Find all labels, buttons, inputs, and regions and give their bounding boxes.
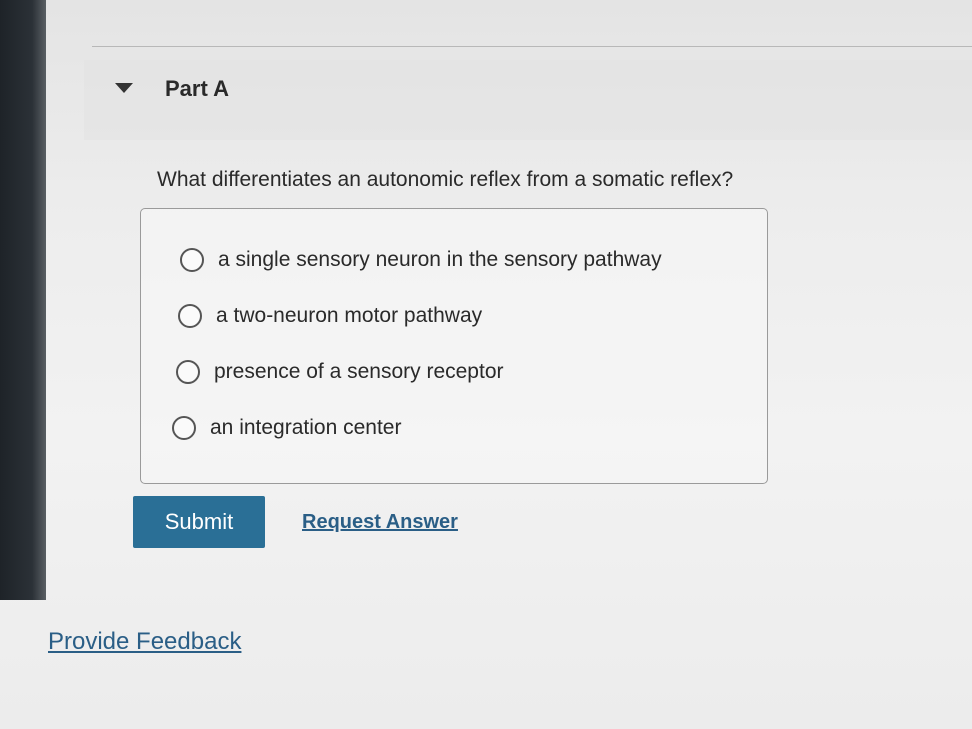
- option-label[interactable]: a two-neuron motor pathway: [216, 304, 482, 328]
- radio-button-icon[interactable]: [176, 360, 200, 384]
- radio-button-icon[interactable]: [178, 304, 202, 328]
- provide-feedback-link[interactable]: Provide Feedback: [48, 628, 241, 656]
- option-single-sensory-neuron[interactable]: a single sensory neuron in the sensory p…: [180, 248, 662, 272]
- request-answer-link[interactable]: Request Answer: [302, 511, 458, 534]
- radio-button-icon[interactable]: [172, 416, 196, 440]
- part-title[interactable]: Part A: [165, 76, 229, 102]
- submit-button[interactable]: Submit: [133, 496, 265, 548]
- caret-down-icon[interactable]: [115, 83, 133, 93]
- option-sensory-receptor[interactable]: presence of a sensory receptor: [176, 360, 504, 384]
- option-integration-center[interactable]: an integration center: [172, 416, 401, 440]
- option-two-neuron-motor-pathway[interactable]: a two-neuron motor pathway: [178, 304, 482, 328]
- radio-button-icon[interactable]: [180, 248, 204, 272]
- question-text: What differentiates an autonomic reflex …: [157, 168, 734, 191]
- option-label[interactable]: presence of a sensory receptor: [214, 360, 504, 384]
- option-label[interactable]: a single sensory neuron in the sensory p…: [218, 248, 662, 272]
- screen-left-edge: [0, 0, 46, 600]
- option-label[interactable]: an integration center: [210, 416, 401, 440]
- section-divider: [92, 46, 972, 47]
